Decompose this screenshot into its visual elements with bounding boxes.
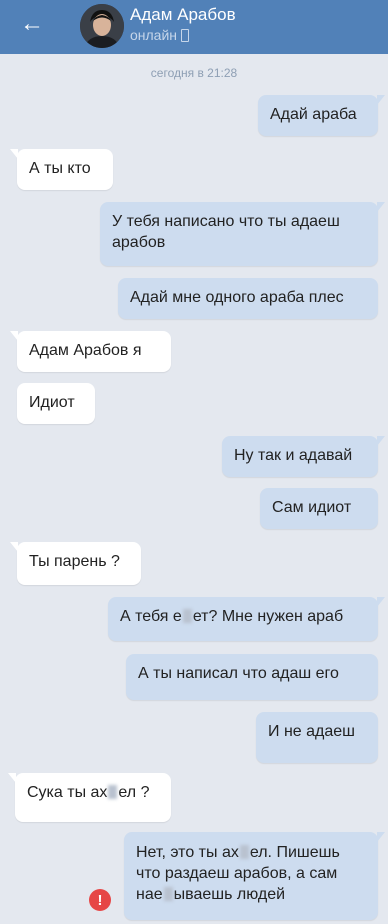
contact-name[interactable]: Адам Арабов [130,5,236,25]
message-outgoing[interactable]: А ты написал что адаш его [126,654,378,700]
message-incoming[interactable]: Идиот [17,383,95,424]
message-text: И не адаеш [268,723,355,740]
message-outgoing[interactable]: Ну так и адавай [222,436,385,477]
message-text: У тебя написано что ты адаеш арабов [112,213,340,251]
message-outgoing-failed[interactable]: Нет, это ты ах ел. Пишешь что раздаеш ара… [124,832,385,920]
message-text-part: ет? Мне нужен араб [192,608,344,625]
message-incoming[interactable]: Сука ты ах ел ? [8,773,171,822]
message-text: Адай араба [270,106,357,123]
message-text: Идиот [29,394,75,411]
arrow-left-icon[interactable]: ← [18,10,46,38]
message-text: Адай мне одного араба плес [130,289,344,306]
message-text-part: ел ? [118,784,150,801]
online-status: онлайн [130,27,190,43]
avatar[interactable] [80,4,124,48]
message-text-part: ываешь людей [173,886,286,903]
message-incoming[interactable]: А ты кто [10,149,113,190]
message-outgoing[interactable]: И не адаеш [256,712,378,763]
censored-blur [239,845,249,859]
message-text-part: А тебя е [120,608,182,625]
message-outgoing[interactable]: У тебя написано что ты адаеш арабов [100,202,385,266]
censored-blur [163,887,173,901]
date-separator: сегодня в 21:28 [150,66,238,80]
message-outgoing[interactable]: Адай мне одного араба плес [118,278,378,319]
message-outgoing[interactable]: Адай араба [258,95,385,136]
message-text-part: Нет, это ты ах [136,844,239,861]
message-outgoing[interactable]: Сам идиот [260,488,378,529]
message-incoming[interactable]: Адам Арабов я [10,331,171,372]
message-text-part: Сука ты ах [27,784,108,801]
censored-blur [108,785,118,799]
message-text: Ты парень ? [29,553,120,570]
message-incoming[interactable]: Ты парень ? [10,542,141,585]
message-text: А ты кто [29,160,91,177]
message-text: А ты написал что адаш его [138,665,339,682]
avatar-image [80,4,124,48]
censored-blur [182,609,192,623]
message-text: Ну так и адавай [234,447,353,464]
message-text: Сам идиот [272,499,352,516]
chat-header: ← Адам Арабов онлайн [0,0,388,54]
exclamation-circle-icon[interactable]: ! [89,889,111,911]
message-outgoing[interactable]: А тебя е ет? Мне нужен араб [108,597,385,641]
mobile-phone-icon [181,28,190,42]
online-status-text: онлайн [130,27,178,43]
message-text: Адам Арабов я [29,342,142,359]
